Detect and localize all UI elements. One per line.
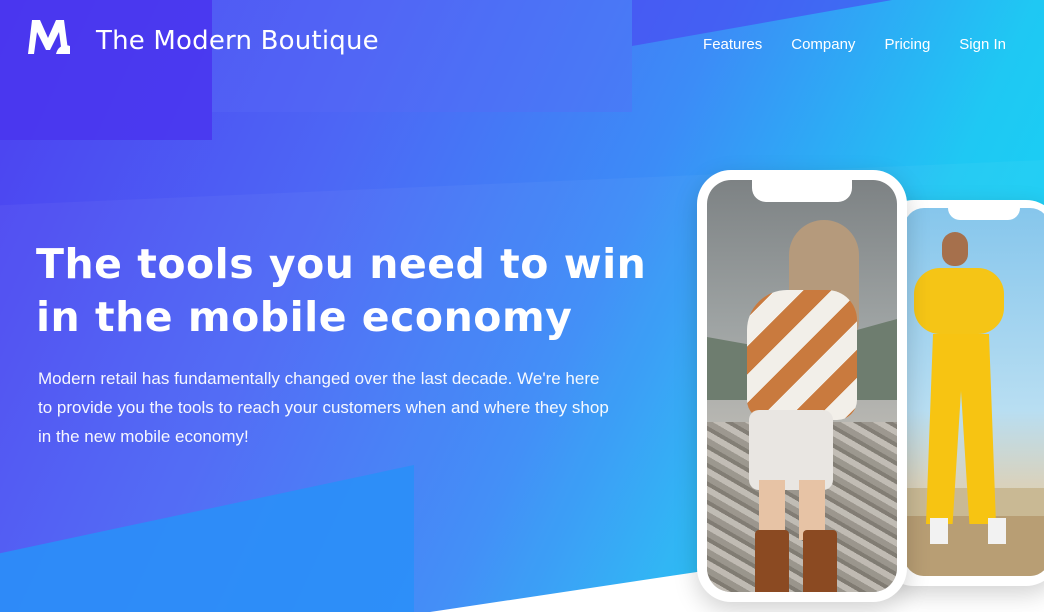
phone-notch	[948, 208, 1021, 220]
nav-item-sign-in[interactable]: Sign In	[959, 36, 1006, 53]
boutique-m-logo-icon[interactable]	[26, 16, 72, 56]
phone-screen-image	[707, 180, 897, 592]
phone-screen-image	[904, 208, 1044, 576]
nav-item-company[interactable]: Company	[791, 36, 855, 53]
photo-model-head	[942, 232, 968, 266]
photo-boot	[755, 530, 789, 592]
nav-item-pricing[interactable]: Pricing	[884, 36, 930, 53]
photo-yellow-hoodie	[914, 268, 1004, 334]
phone-notch	[752, 180, 852, 202]
hero-section: The Modern Boutique Features Company Pri…	[0, 0, 1044, 612]
nav-menu: Features Company Pricing Sign In	[703, 36, 1006, 53]
photo-shoe	[988, 518, 1006, 544]
nav-item-features[interactable]: Features	[703, 36, 762, 53]
phone-mockup-front	[697, 170, 907, 602]
photo-floor	[904, 516, 1044, 576]
photo-shoe	[930, 518, 948, 544]
brand-name[interactable]: The Modern Boutique	[96, 26, 379, 56]
photo-boot	[803, 530, 837, 592]
photo-shorts	[749, 410, 833, 490]
top-navigation: The Modern Boutique Features Company Pri…	[0, 0, 1044, 88]
photo-striped-sweater	[747, 290, 857, 420]
hero-headline-line-2: in the mobile economy	[36, 293, 573, 341]
hero-headline-line-1: The tools you need to win	[36, 240, 647, 288]
hero-headline: The tools you need to win in the mobile …	[36, 238, 656, 344]
hero-description: Modern retail has fundamentally changed …	[38, 369, 609, 446]
